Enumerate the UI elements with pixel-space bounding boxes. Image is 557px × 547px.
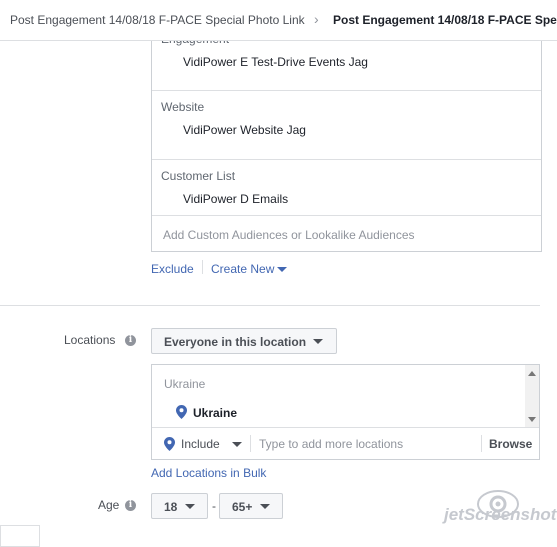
audience-group-customer-list: Customer List VidiPower D Emails <box>152 159 541 216</box>
field-separator <box>250 435 251 452</box>
location-pin-icon <box>176 405 187 419</box>
age-label: Age <box>98 498 120 512</box>
location-country-header: Ukraine <box>164 377 206 391</box>
breadcrumb-adset[interactable]: Post Engagement 14/08/18 F-PACE Spe <box>333 13 557 27</box>
audience-item[interactable]: VidiPower Website Jag <box>183 123 306 137</box>
chevron-right-icon: › <box>314 11 319 27</box>
scroll-up-icon[interactable] <box>528 371 536 376</box>
include-dropdown[interactable]: Include <box>181 437 220 451</box>
chevron-down-icon <box>313 339 323 344</box>
audience-category-label: Customer List <box>161 169 236 183</box>
create-new-label: Create New <box>211 262 275 276</box>
age-min-dropdown[interactable]: 18 <box>151 493 208 519</box>
footer-panel <box>0 525 40 547</box>
add-locations-bulk-link[interactable]: Add Locations in Bulk <box>151 466 266 480</box>
selected-location[interactable]: Ukraine <box>193 406 237 420</box>
scroll-down-icon[interactable] <box>528 417 536 422</box>
audience-category-label: Website <box>161 100 205 114</box>
locations-box: Ukraine Ukraine Include Type to add more… <box>151 364 540 460</box>
browse-button[interactable]: Browse <box>489 437 532 451</box>
chevron-down-icon <box>277 267 288 273</box>
create-new-dropdown[interactable]: Create New <box>211 262 288 276</box>
age-max-dropdown[interactable]: 65+ <box>219 493 283 519</box>
location-type-value: Everyone in this location <box>164 335 307 349</box>
locations-label: Locations <box>64 333 116 347</box>
age-range-separator: - <box>212 499 216 513</box>
info-icon[interactable]: i <box>125 500 136 511</box>
custom-audience-input[interactable]: Add Custom Audiences or Lookalike Audien… <box>163 228 415 242</box>
age-max-value: 65+ <box>232 500 253 514</box>
field-separator <box>481 435 482 452</box>
watermark-text: jetScreenshot <box>444 505 557 524</box>
breadcrumb-campaign[interactable]: Post Engagement 14/08/18 F-PACE Special … <box>10 13 305 27</box>
custom-audiences-box: Engagement VidiPower E Test-Drive Events… <box>151 22 542 252</box>
scrollbar[interactable] <box>525 365 539 427</box>
info-icon[interactable]: i <box>125 335 136 346</box>
location-search-row: Include Type to add more locations Brows… <box>152 427 539 460</box>
chevron-down-icon <box>185 504 195 509</box>
age-min-value: 18 <box>164 500 178 514</box>
chevron-down-icon <box>260 504 270 509</box>
audience-group-website: Website VidiPower Website Jag <box>152 90 541 160</box>
audience-item[interactable]: VidiPower E Test-Drive Events Jag <box>183 55 368 69</box>
breadcrumb: Post Engagement 14/08/18 F-PACE Special … <box>0 0 557 41</box>
audience-item[interactable]: VidiPower D Emails <box>183 192 288 206</box>
location-type-dropdown[interactable]: Everyone in this location <box>151 328 337 354</box>
location-pin-icon <box>164 437 175 451</box>
link-separator <box>202 260 203 274</box>
section-divider <box>0 305 540 306</box>
exclude-link[interactable]: Exclude <box>151 262 194 276</box>
location-search-input[interactable]: Type to add more locations <box>259 437 403 451</box>
chevron-down-icon[interactable] <box>232 442 242 447</box>
